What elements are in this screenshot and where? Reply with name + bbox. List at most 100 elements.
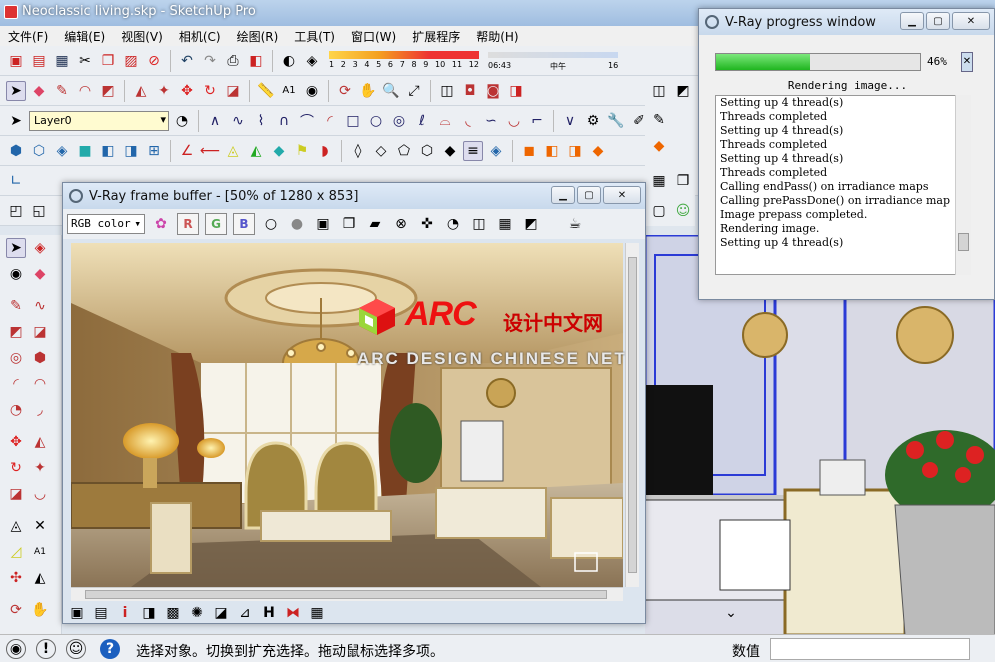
orange-cube-icon[interactable]: ◆ [649, 136, 669, 156]
close-button[interactable]: ✕ [603, 186, 641, 204]
rotated-rect-icon[interactable]: ◪ [30, 322, 50, 342]
tape-measure-icon[interactable]: 📏 [256, 81, 276, 101]
rectangle-tool-icon[interactable]: ◩ [98, 81, 118, 101]
rotate-tool-icon[interactable]: ↻ [200, 81, 220, 101]
arc-left-icon[interactable]: ◜ [6, 374, 26, 394]
vray-progress-window[interactable]: V-Ray progress window ▁ ▢ ✕ 46% ✕ Render… [698, 8, 995, 300]
polygon-left-icon[interactable]: ⬢ [30, 348, 50, 368]
blank-icon[interactable]: ▢ [649, 201, 669, 221]
rotate-left-icon[interactable]: ↻ [6, 458, 26, 478]
cut-icon[interactable]: ✂ [75, 51, 95, 71]
3dtext-left-icon[interactable]: ◭ [30, 568, 50, 588]
progress-titlebar[interactable]: V-Ray progress window ▁ ▢ ✕ [699, 9, 994, 35]
save-image-icon[interactable]: ▣ [313, 214, 333, 234]
left-view-icon[interactable]: ◨ [121, 141, 141, 161]
line-tool-icon[interactable]: ∧ [205, 111, 225, 131]
dim-left-icon[interactable]: ◿ [6, 542, 26, 562]
menu-extensions[interactable]: 扩展程序 [404, 28, 468, 45]
axes-icon[interactable]: ∠ [177, 141, 197, 161]
axes-left-icon[interactable]: ✣ [6, 568, 26, 588]
note-icon[interactable]: ✎ [649, 110, 669, 130]
spiral-icon[interactable]: ◎ [389, 111, 409, 131]
shadow-date-slider[interactable]: 1 2 3 4 5 6 7 8 9 10 11 12 [329, 49, 479, 73]
smile-icon[interactable]: ☺ [673, 201, 693, 221]
shadow-toggle-icon[interactable]: ◐ [279, 51, 299, 71]
spline-icon[interactable]: ∽ [481, 111, 501, 131]
layer-manager-icon[interactable]: ◔ [172, 111, 192, 131]
layer-dropdown[interactable]: Layer0 ▾ [29, 110, 169, 131]
copy-icon[interactable]: ❐ [98, 51, 118, 71]
log-scrollbar[interactable] [955, 95, 971, 275]
open-file-icon[interactable]: ▤ [29, 51, 49, 71]
zoom-extents-icon[interactable]: ⤢ [404, 81, 424, 101]
erase-left-icon[interactable]: ◆ [30, 264, 50, 284]
close-button[interactable]: ✕ [952, 12, 990, 30]
outliner-icon[interactable]: ◩ [673, 81, 693, 101]
info-icon[interactable]: i [115, 603, 135, 623]
help-icon[interactable]: ? [100, 639, 120, 659]
paste-icon[interactable]: ▨ [121, 51, 141, 71]
vray-options-icon[interactable]: ◧ [542, 141, 562, 161]
tape-left-icon[interactable]: ◬ [6, 516, 26, 536]
expand-icon[interactable]: ⌄ [721, 603, 741, 623]
red-channel-button[interactable]: R [177, 213, 199, 235]
maximize-button[interactable]: ▢ [926, 12, 950, 30]
stop-render-icon[interactable]: ⊗ [391, 214, 411, 234]
mono-icon[interactable]: ● [287, 214, 307, 234]
vertex-icon[interactable]: ∨ [560, 111, 580, 131]
frame-buffer-vertical-scrollbar[interactable] [625, 243, 639, 587]
clear-image-icon[interactable]: ▰ [365, 214, 385, 234]
pan-left-icon[interactable]: ✋ [30, 600, 50, 620]
circle-left-icon[interactable]: ◎ [6, 348, 26, 368]
info-panel-icon[interactable]: ▤ [91, 603, 111, 623]
shaded-icon[interactable]: ◆ [440, 141, 460, 161]
offset-icon[interactable]: ◡ [504, 111, 524, 131]
maximize-button[interactable]: ▢ [577, 186, 601, 204]
teapot-icon[interactable]: ☕ [565, 214, 585, 234]
select-tool-icon[interactable]: ➤ [6, 80, 26, 101]
iso-view-icon[interactable]: ⬢ [6, 141, 26, 161]
extension-warehouse-icon[interactable]: ◙ [483, 81, 503, 101]
gear-icon[interactable]: ⚙ [583, 111, 603, 131]
arc-edit-icon[interactable]: ◟ [458, 111, 478, 131]
menu-tools[interactable]: 工具(T) [286, 28, 343, 45]
arc-tool-icon[interactable]: ◠ [75, 81, 95, 101]
wrench-icon[interactable]: 🔧 [606, 111, 626, 131]
credits-icon[interactable]: ! [36, 639, 56, 659]
select-icon[interactable]: ➤ [6, 238, 26, 258]
eraser-tool-icon[interactable]: ◆ [29, 81, 49, 101]
display-icon[interactable]: ▣ [67, 603, 87, 623]
pan-icon[interactable]: ✋ [358, 81, 378, 101]
vray-frame-icon[interactable]: ◆ [588, 141, 608, 161]
bezier-icon[interactable]: ⌒ [297, 111, 317, 131]
alpha-icon[interactable]: ○ [261, 214, 281, 234]
measurements-input[interactable] [770, 638, 970, 660]
axis-tool-icon[interactable]: ∟ [6, 171, 26, 191]
orbit-icon[interactable]: ⟳ [335, 81, 355, 101]
new-file-icon[interactable]: ▣ [6, 51, 26, 71]
color-channels-icon[interactable]: ✿ [151, 214, 171, 234]
component-icon[interactable]: ◫ [649, 81, 669, 101]
copy-vfb-icon[interactable]: ❐ [339, 214, 359, 234]
minimize-button[interactable]: ▁ [900, 12, 924, 30]
menu-camera[interactable]: 相机(C) [171, 28, 229, 45]
menu-edit[interactable]: 编辑(E) [56, 28, 113, 45]
move-tool-icon[interactable]: ✥ [177, 81, 197, 101]
curve-correction-icon[interactable]: ✺ [187, 603, 207, 623]
arc3-left-icon[interactable]: ◞ [30, 400, 50, 420]
xray-icon[interactable]: ◊ [348, 141, 368, 161]
scale-left-icon[interactable]: ◪ [6, 484, 26, 504]
freehand-icon[interactable]: ⌇ [251, 111, 271, 131]
print-icon[interactable]: ⎙ [223, 51, 243, 71]
bracket-icon[interactable]: ⌐ [527, 111, 547, 131]
square-icon[interactable]: □ [343, 111, 363, 131]
green-channel-button[interactable]: G [205, 213, 227, 235]
erase-icon[interactable]: ⊘ [144, 51, 164, 71]
vray-frame-buffer-window[interactable]: V-Ray frame buffer - [50% of 1280 x 853]… [62, 182, 737, 624]
blue-channel-button[interactable]: B [233, 213, 255, 235]
lens-effects-icon[interactable]: ▦ [495, 214, 515, 234]
back-edges-icon[interactable]: ◇ [371, 141, 391, 161]
section-icon[interactable]: ◬ [223, 141, 243, 161]
front-view-icon[interactable]: ◈ [52, 141, 72, 161]
arc-3pt-icon[interactable]: ◜ [320, 111, 340, 131]
